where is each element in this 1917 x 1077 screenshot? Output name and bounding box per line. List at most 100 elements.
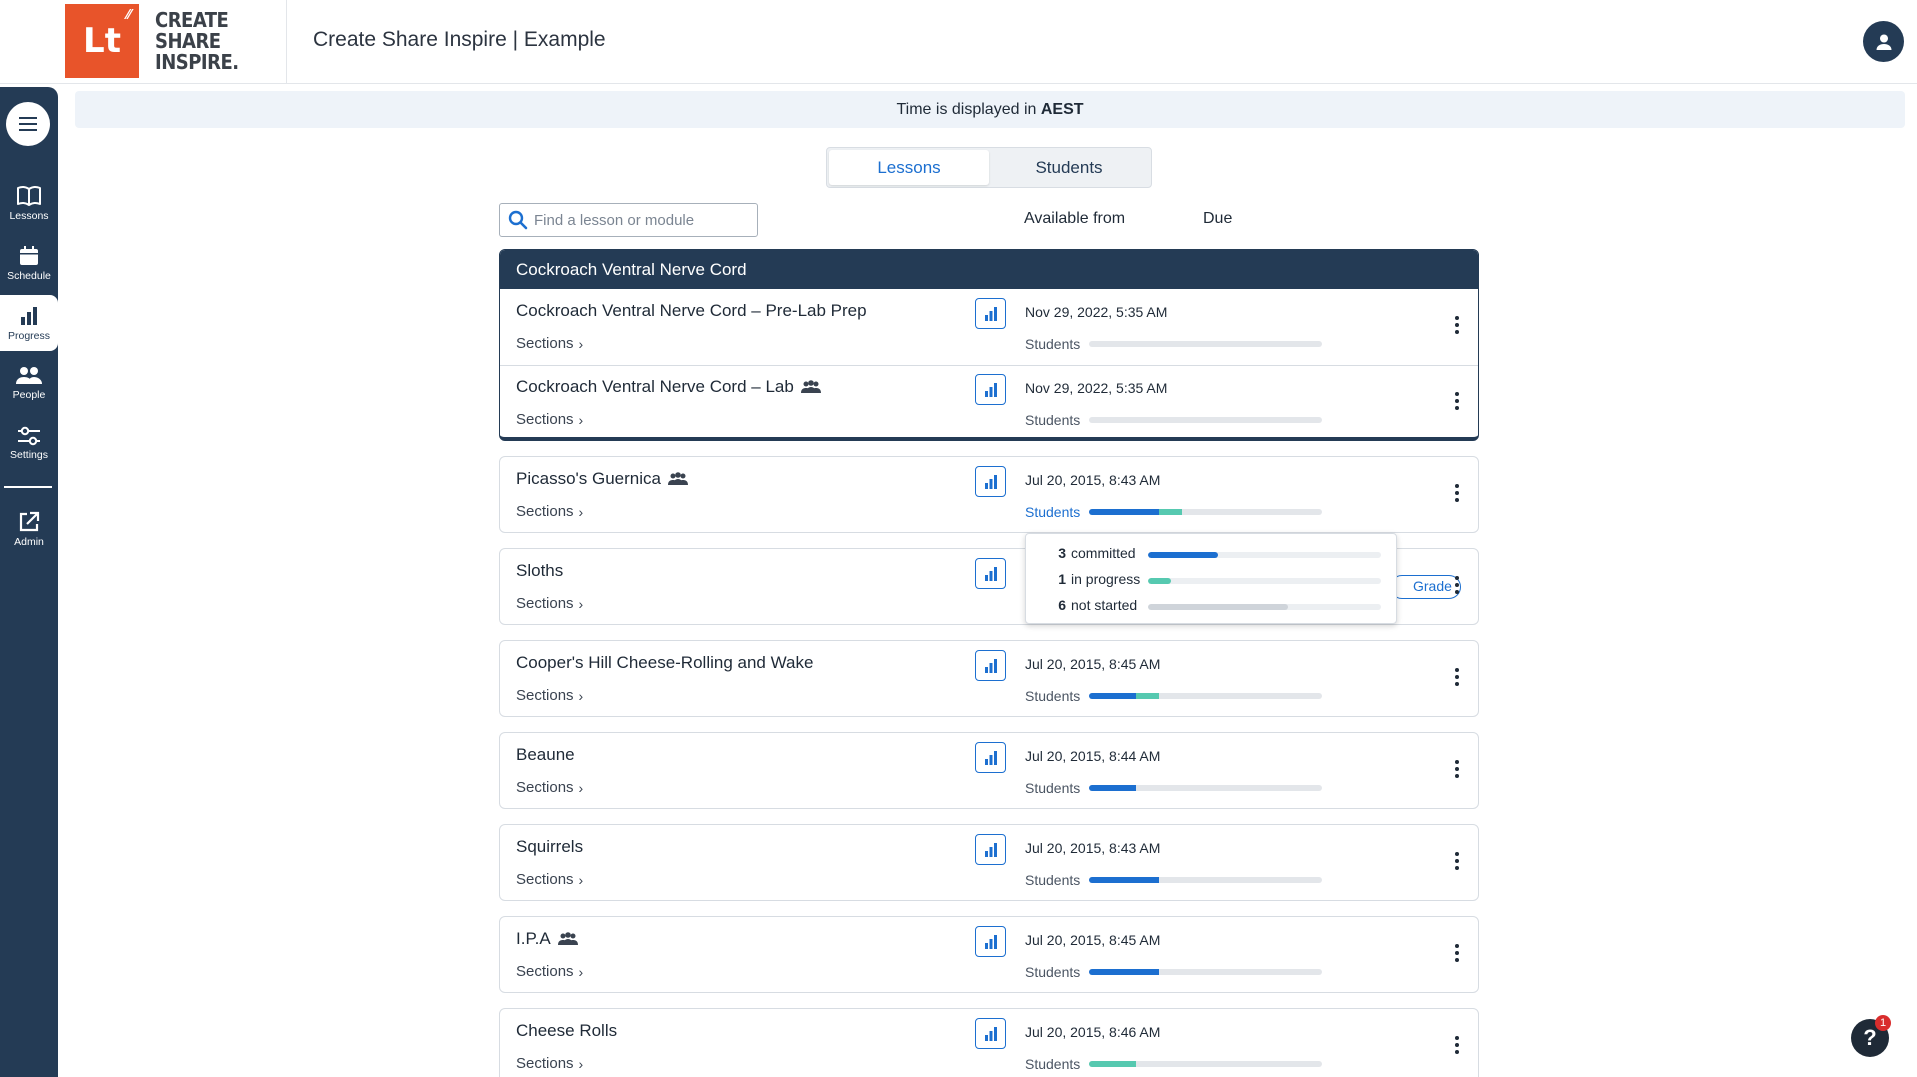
lesson-row: Cockroach Ventral Nerve Cord – Pre-Lab P… [500,289,1478,365]
sections-label: Sections [516,871,574,888]
sidebar-item-admin[interactable]: Admin [0,501,58,557]
sections-toggle[interactable]: Sections › [516,595,583,612]
lesson-title[interactable]: Cockroach Ventral Nerve Cord – Lab [516,377,821,397]
students-progress: Students [1025,336,1323,352]
sidebar-item-people[interactable]: People [0,355,58,411]
stats-button[interactable] [975,466,1006,497]
sidebar-item-settings[interactable]: Settings [0,415,58,471]
available-date: Jul 20, 2015, 8:46 AM [1025,1024,1161,1040]
sections-toggle[interactable]: Sections › [516,411,583,428]
lesson-title[interactable]: Cooper's Hill Cheese-Rolling and Wake [516,653,813,673]
sections-toggle[interactable]: Sections › [516,503,583,520]
popover-fill [1148,552,1218,558]
menu-button[interactable] [6,102,50,146]
popover-label: in progress [1071,571,1141,587]
popover-label: not started [1071,597,1138,613]
progress-bar [1089,877,1323,883]
chevron-right-icon: › [578,687,584,704]
more-options-icon[interactable] [1454,760,1460,778]
bar-chart-icon [21,306,37,325]
group-icon [800,380,821,394]
bar-chart-icon [984,566,997,581]
lesson-card: Squirrels Sections › Jul 20, 2015, 8:43 A… [499,824,1479,901]
sections-toggle[interactable]: Sections › [516,963,583,980]
view-tabs: Lessons Students [826,147,1152,188]
more-options-icon[interactable] [1454,316,1460,334]
stats-button[interactable] [975,558,1006,589]
progress-committed [1089,785,1136,791]
sections-label: Sections [516,503,574,520]
popover-count: 6 [1058,597,1066,613]
lesson-title[interactable]: Cheese Rolls [516,1021,617,1041]
stats-button[interactable] [975,650,1006,681]
more-options-icon[interactable] [1454,668,1460,686]
chevron-right-icon: › [578,595,584,612]
progress-committed [1089,969,1160,975]
sections-toggle[interactable]: Sections › [516,335,583,352]
lesson-title[interactable]: Beaune [516,745,575,765]
lesson-row: Cockroach Ventral Nerve Cord – Lab Secti… [500,365,1478,437]
lesson-title[interactable]: Sloths [516,561,563,581]
sections-label: Sections [516,1055,574,1072]
search-input[interactable] [534,211,754,229]
sidebar-item-label: Settings [10,448,48,461]
sections-toggle[interactable]: Sections › [516,687,583,704]
lesson-title-text: I.P.A [516,929,551,948]
lesson-title[interactable]: I.P.A [516,929,578,949]
popover-fill [1148,578,1172,584]
more-options-icon[interactable] [1454,852,1460,870]
available-date: Jul 20, 2015, 8:45 AM [1025,932,1161,948]
available-date: Nov 29, 2022, 5:35 AM [1025,304,1168,320]
progress-bar [1089,969,1323,975]
progress-bar [1089,417,1323,423]
sidebar-item-lessons[interactable]: Lessons [0,175,58,231]
stats-button[interactable] [975,374,1006,405]
progress-bar [1089,341,1323,347]
chevron-right-icon: › [578,503,584,520]
bar-chart-icon [984,474,997,489]
lesson-title[interactable]: Squirrels [516,837,583,857]
sections-label: Sections [516,963,574,980]
logo-mark-text: Lt [83,21,121,61]
sidebar-item-schedule[interactable]: Schedule [0,235,58,291]
stats-button[interactable] [975,1018,1006,1049]
tab-students[interactable]: Students [989,150,1149,185]
tab-lessons[interactable]: Lessons [829,150,989,185]
people-icon [16,366,42,384]
lesson-title-text: Sloths [516,561,564,580]
search-box [499,203,758,237]
popover-fill [1148,604,1288,610]
more-options-icon[interactable] [1454,944,1460,962]
available-date: Jul 20, 2015, 8:43 AM [1025,472,1161,488]
sections-toggle[interactable]: Sections › [516,779,583,796]
stats-button[interactable] [975,742,1006,773]
lesson-title[interactable]: Picasso's Guernica [516,469,688,489]
sidebar-item-label: Lessons [9,209,49,222]
lesson-title-text: Picasso's Guernica [516,469,661,488]
more-options-icon[interactable] [1454,484,1460,502]
bar-chart-icon [984,658,997,673]
students-progress-link[interactable]: Students [1025,504,1323,520]
sections-toggle[interactable]: Sections › [516,871,583,888]
stats-button[interactable] [975,926,1006,957]
banner-zone: AEST [1040,101,1084,118]
lesson-title[interactable]: Cockroach Ventral Nerve Cord – Pre-Lab P… [516,301,867,321]
hamburger-icon [19,117,37,131]
more-options-icon[interactable] [1454,1036,1460,1054]
stats-button[interactable] [975,298,1006,329]
lesson-card: I.P.A Sections › Jul 20, 2015, 8:45 AM St… [499,916,1479,993]
sections-toggle[interactable]: Sections › [516,1055,583,1072]
stats-button[interactable] [975,834,1006,865]
available-date: Jul 20, 2015, 8:44 AM [1025,748,1161,764]
more-options-icon[interactable] [1454,392,1460,410]
more-options-icon[interactable] [1454,576,1460,594]
grade-button[interactable]: Grade [1390,575,1461,599]
sidebar-item-progress[interactable]: Progress [0,295,58,351]
bar-chart-icon [984,750,997,765]
lesson-card: Picasso's Guernica Sections › Jul 20, 201… [499,456,1479,533]
module-title[interactable]: Cockroach Ventral Nerve Cord [500,250,1478,289]
brand-logo[interactable]: Lt ⁄⁄ CREATE SHARE INSPIRE. [65,4,239,78]
user-avatar-button[interactable] [1863,21,1904,62]
progress-bar [1089,1061,1323,1067]
progress-committed [1089,877,1160,883]
